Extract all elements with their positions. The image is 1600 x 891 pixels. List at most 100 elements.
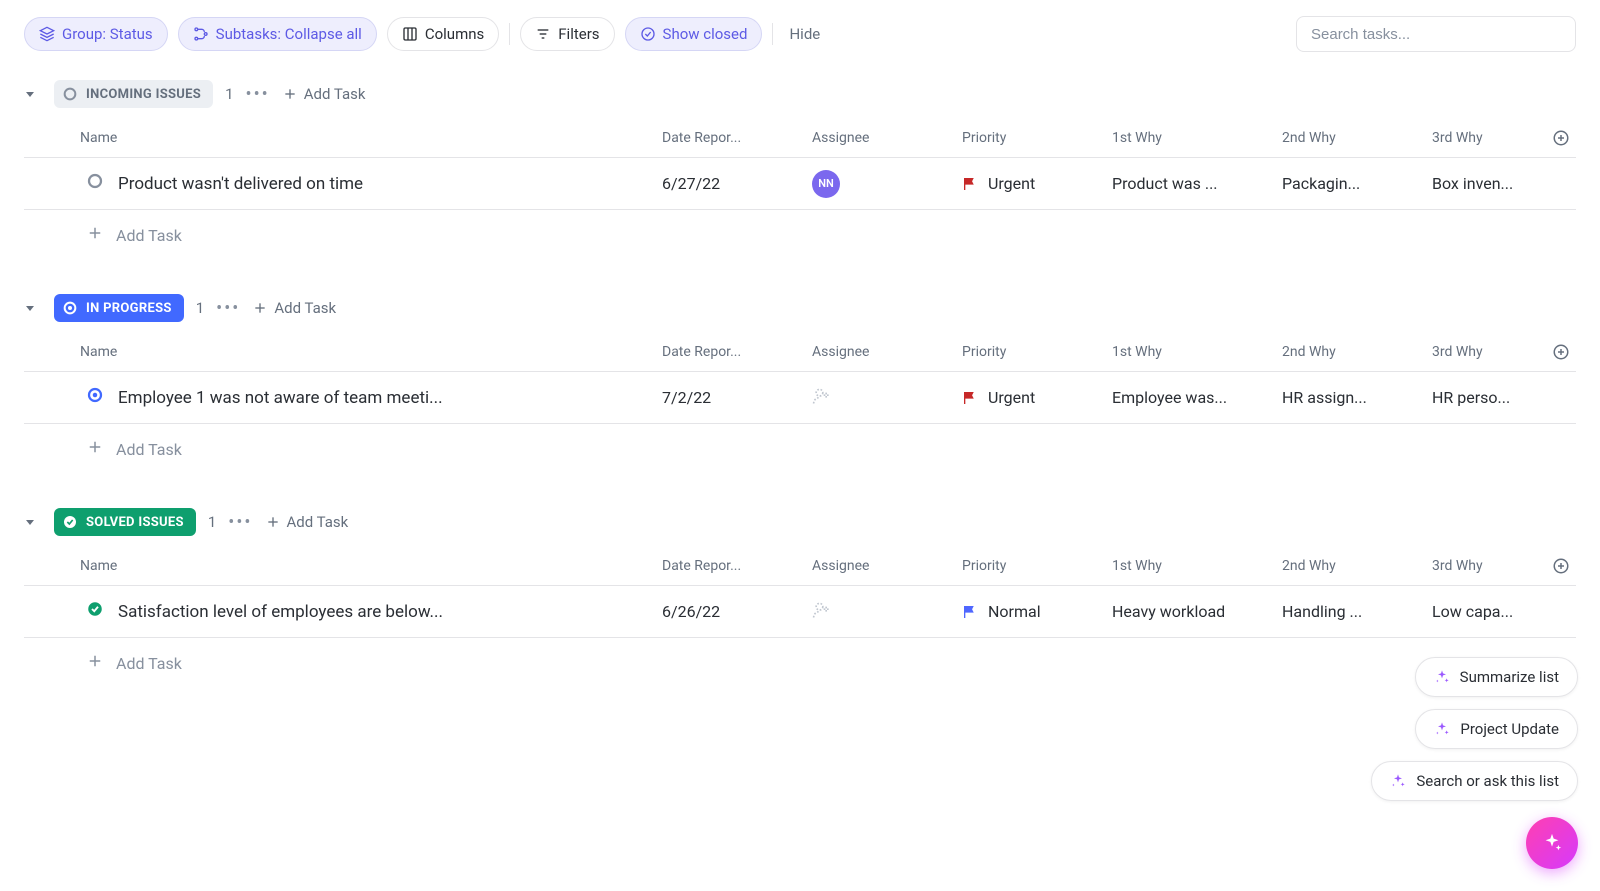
caret-down-icon xyxy=(24,88,36,100)
group-more-menu[interactable]: ••• xyxy=(216,298,240,319)
col-why1[interactable]: 1st Why xyxy=(1106,558,1276,574)
add-task-row-label: Add Task xyxy=(116,654,182,673)
ai-search-ask-button[interactable]: Search or ask this list xyxy=(1371,761,1578,801)
group-add-task[interactable]: Add Task xyxy=(252,299,336,317)
toolbar: Group: Status Subtasks: Collapse all Col… xyxy=(24,12,1576,74)
add-column-button[interactable] xyxy=(1546,343,1576,361)
task-why2[interactable]: HR assign... xyxy=(1276,388,1426,407)
columns-pill[interactable]: Columns xyxy=(387,17,499,51)
group-add-task-label: Add Task xyxy=(287,513,349,531)
add-task-row[interactable]: Add Task xyxy=(24,210,1576,260)
task-assignee[interactable] xyxy=(806,386,956,410)
status-chip-in-progress[interactable]: IN PROGRESS xyxy=(54,294,184,322)
col-why2[interactable]: 2nd Why xyxy=(1276,344,1426,360)
task-why3[interactable]: Low capa... xyxy=(1426,602,1546,621)
subtasks-pill[interactable]: Subtasks: Collapse all xyxy=(178,17,377,51)
priority-label: Urgent xyxy=(988,174,1035,193)
task-row[interactable]: Employee 1 was not aware of team meeti..… xyxy=(24,372,1576,424)
col-why3[interactable]: 3rd Why xyxy=(1426,344,1546,360)
col-why3[interactable]: 3rd Why xyxy=(1426,130,1546,146)
flag-icon xyxy=(962,176,978,192)
task-priority[interactable]: Normal xyxy=(956,602,1106,621)
col-why1[interactable]: 1st Why xyxy=(1106,344,1276,360)
task-why1[interactable]: Heavy workload xyxy=(1106,602,1276,621)
task-why3[interactable]: Box inven... xyxy=(1426,174,1546,193)
status-chip-label: SOLVED ISSUES xyxy=(86,515,184,530)
task-assignee[interactable]: NN xyxy=(806,170,956,198)
columns-icon xyxy=(402,26,418,42)
col-assignee[interactable]: Assignee xyxy=(806,344,956,360)
status-open-icon[interactable] xyxy=(86,172,104,195)
task-why1[interactable]: Product was ... xyxy=(1106,174,1276,193)
col-date[interactable]: Date Repor... xyxy=(656,558,806,574)
col-why1[interactable]: 1st Why xyxy=(1106,130,1276,146)
add-column-button[interactable] xyxy=(1546,557,1576,575)
group-by-pill[interactable]: Group: Status xyxy=(24,17,168,51)
task-priority[interactable]: Urgent xyxy=(956,388,1106,407)
add-task-row-label: Add Task xyxy=(116,226,182,245)
add-task-row[interactable]: Add Task xyxy=(24,424,1576,474)
plus-circle-icon xyxy=(1552,129,1570,147)
task-why2[interactable]: Handling ... xyxy=(1276,602,1426,621)
ai-search-ask-label: Search or ask this list xyxy=(1416,772,1559,790)
collapse-toggle[interactable] xyxy=(24,302,42,314)
status-progress-icon[interactable] xyxy=(86,386,104,409)
task-name: Product wasn't delivered on time xyxy=(118,174,363,194)
group-add-task[interactable]: Add Task xyxy=(282,85,366,103)
sparkle-icon xyxy=(1541,832,1563,854)
col-name[interactable]: Name xyxy=(80,558,656,574)
subtasks-label: Subtasks: Collapse all xyxy=(216,25,362,43)
col-why2[interactable]: 2nd Why xyxy=(1276,558,1426,574)
col-name[interactable]: Name xyxy=(80,344,656,360)
task-assignee[interactable] xyxy=(806,600,956,624)
task-why3[interactable]: HR perso... xyxy=(1426,388,1546,407)
ai-summarize-button[interactable]: Summarize list xyxy=(1415,657,1578,697)
col-assignee[interactable]: Assignee xyxy=(806,558,956,574)
filters-pill[interactable]: Filters xyxy=(520,17,614,51)
ai-project-update-button[interactable]: Project Update xyxy=(1415,709,1578,749)
search-input[interactable] xyxy=(1296,16,1576,52)
avatar: NN xyxy=(812,170,840,198)
toolbar-divider xyxy=(509,23,510,45)
flag-icon xyxy=(962,390,978,406)
task-row[interactable]: Satisfaction level of employees are belo… xyxy=(24,586,1576,638)
group-add-task[interactable]: Add Task xyxy=(265,513,349,531)
status-chip-label: INCOMING ISSUES xyxy=(86,87,201,102)
col-priority[interactable]: Priority xyxy=(956,130,1106,146)
col-priority[interactable]: Priority xyxy=(956,558,1106,574)
ai-suggestions: Summarize list Project Update Search or … xyxy=(1371,657,1578,801)
add-task-row[interactable]: Add Task xyxy=(24,638,1576,688)
task-date[interactable]: 7/2/22 xyxy=(656,388,806,407)
col-date[interactable]: Date Repor... xyxy=(656,344,806,360)
group-more-menu[interactable]: ••• xyxy=(246,84,270,105)
status-chip-label: IN PROGRESS xyxy=(86,301,172,316)
subtasks-icon xyxy=(193,26,209,42)
plus-icon xyxy=(86,438,104,460)
add-column-button[interactable] xyxy=(1546,129,1576,147)
collapse-toggle[interactable] xyxy=(24,88,42,100)
task-priority[interactable]: Urgent xyxy=(956,174,1106,193)
col-assignee[interactable]: Assignee xyxy=(806,130,956,146)
status-done-icon[interactable] xyxy=(86,600,104,623)
hide-button[interactable]: Hide xyxy=(783,25,826,43)
task-date[interactable]: 6/27/22 xyxy=(656,174,806,193)
caret-down-icon xyxy=(24,516,36,528)
ai-fab-button[interactable] xyxy=(1526,817,1578,869)
add-task-row-label: Add Task xyxy=(116,440,182,459)
col-date[interactable]: Date Repor... xyxy=(656,130,806,146)
task-date[interactable]: 6/26/22 xyxy=(656,602,806,621)
task-why2[interactable]: Packagin... xyxy=(1276,174,1426,193)
status-progress-icon xyxy=(62,300,78,316)
priority-label: Normal xyxy=(988,602,1041,621)
task-row[interactable]: Product wasn't delivered on time 6/27/22… xyxy=(24,158,1576,210)
status-chip-incoming[interactable]: INCOMING ISSUES xyxy=(54,80,213,108)
show-closed-pill[interactable]: Show closed xyxy=(625,17,763,51)
col-priority[interactable]: Priority xyxy=(956,344,1106,360)
task-why1[interactable]: Employee was... xyxy=(1106,388,1276,407)
group-more-menu[interactable]: ••• xyxy=(228,512,252,533)
col-why3[interactable]: 3rd Why xyxy=(1426,558,1546,574)
col-name[interactable]: Name xyxy=(80,130,656,146)
col-why2[interactable]: 2nd Why xyxy=(1276,130,1426,146)
status-chip-solved[interactable]: SOLVED ISSUES xyxy=(54,508,196,536)
collapse-toggle[interactable] xyxy=(24,516,42,528)
